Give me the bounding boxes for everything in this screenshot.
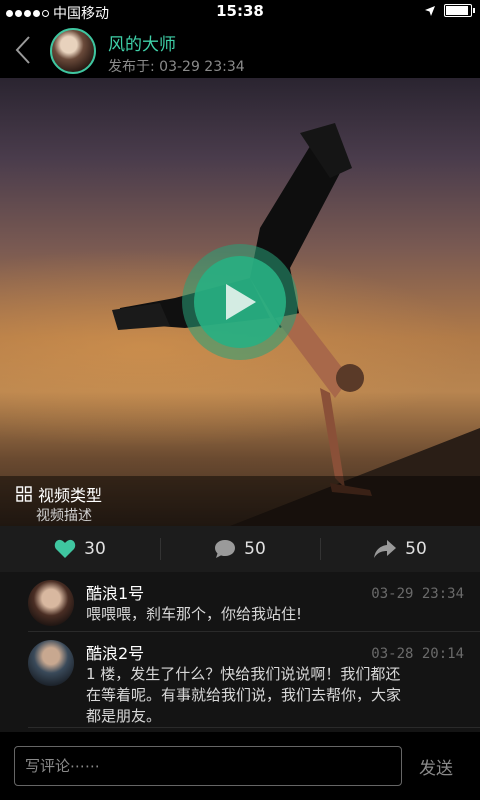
comment-button[interactable]: 50: [160, 526, 320, 572]
share-button[interactable]: 50: [320, 526, 480, 572]
comment-item[interactable]: 酷浪2号 03-28 20:14 1 楼，发生了什么？快给我们说说啊！我们都还在…: [28, 636, 480, 728]
author-avatar[interactable]: [50, 28, 96, 74]
play-button[interactable]: [182, 244, 298, 360]
comment-text: 1 楼，发生了什么？快给我们说说啊！我们都还在等着呢。有事就给我们说，我们去帮你…: [86, 665, 402, 725]
location-arrow-icon: [425, 5, 435, 16]
comment-icon: [215, 540, 236, 558]
commenter-name[interactable]: 酷浪1号: [86, 580, 144, 604]
battery-icon: [444, 4, 475, 17]
commenter-avatar[interactable]: [28, 640, 74, 686]
post-header: 风的大师 发布于: 03-29 23:34: [0, 22, 480, 78]
like-count: 30: [84, 539, 106, 559]
video-player[interactable]: 视频类型 视频描述: [0, 78, 480, 526]
heart-icon: [54, 539, 76, 558]
send-button[interactable]: 发送: [404, 746, 468, 786]
commenter-avatar[interactable]: [28, 580, 74, 626]
comment-list[interactable]: 酷浪1号 03-29 23:34 喂喂喂，刹车那个，你给我站住! 酷浪2号 03…: [0, 572, 480, 732]
chevron-left-icon[interactable]: [12, 34, 34, 66]
comment-text: 喂喂喂，刹车那个，你给我站住!: [86, 605, 303, 623]
video-description: 视频描述: [36, 508, 92, 524]
share-count: 50: [405, 539, 427, 559]
comment-input-bar: 发送: [0, 732, 480, 800]
comment-item[interactable]: 酷浪1号 03-29 23:34 喂喂喂，刹车那个，你给我站住!: [28, 578, 480, 632]
video-type: 视频类型: [16, 482, 102, 506]
comment-time: 03-29 23:34: [371, 586, 464, 602]
author-name[interactable]: 风的大师: [108, 30, 176, 55]
play-button-inner: [194, 256, 286, 348]
status-time: 15:38: [216, 2, 264, 20]
video-type-label: 视频类型: [38, 486, 103, 505]
like-button[interactable]: 30: [0, 526, 160, 572]
comment-input[interactable]: [14, 746, 402, 786]
comment-count: 50: [244, 539, 266, 559]
share-icon: [374, 540, 397, 558]
action-bar: 30 50 50: [0, 526, 480, 572]
grid-icon: [16, 486, 32, 502]
commenter-name[interactable]: 酷浪2号: [86, 640, 144, 664]
play-icon: [226, 284, 256, 320]
video-caption: 视频类型 视频描述: [0, 476, 480, 526]
status-right: [424, 4, 475, 17]
publish-time: 发布于: 03-29 23:34: [108, 59, 245, 75]
comment-time: 03-28 20:14: [371, 646, 464, 662]
status-bar: 中国移动 15:38: [0, 0, 480, 22]
